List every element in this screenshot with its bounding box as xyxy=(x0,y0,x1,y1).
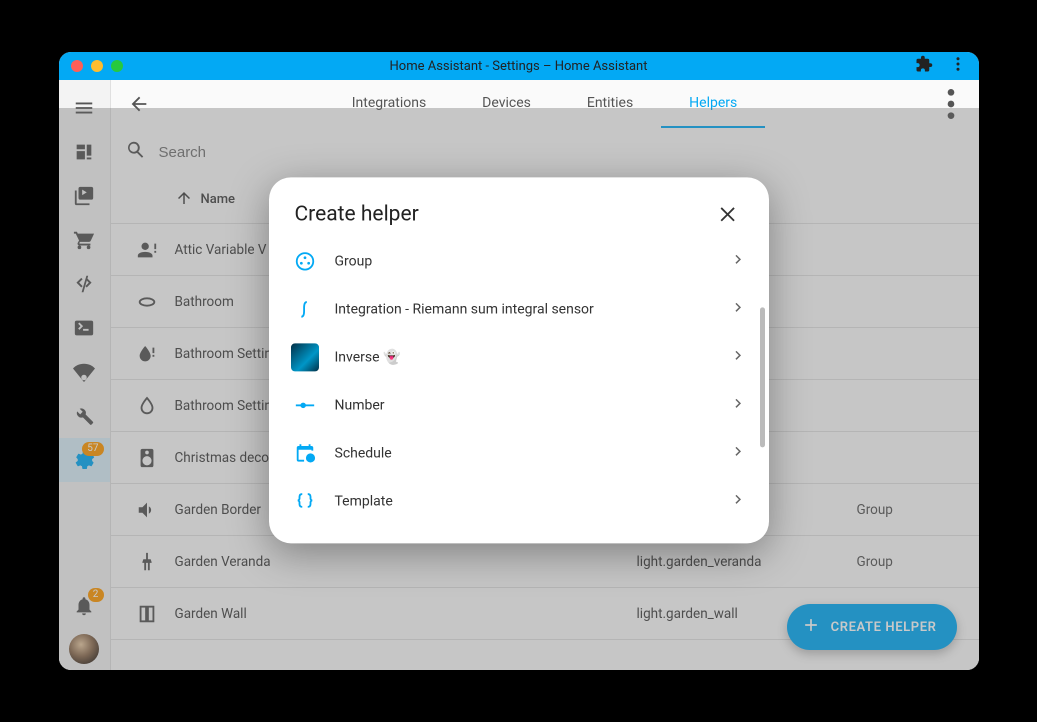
chevron-right-icon xyxy=(729,394,747,416)
browser-menu-icon[interactable] xyxy=(949,55,967,77)
chevron-right-icon xyxy=(729,250,747,272)
helper-option-template[interactable]: Template xyxy=(269,477,769,525)
close-window-button[interactable] xyxy=(71,60,83,72)
braces-icon xyxy=(291,487,319,515)
slider-icon xyxy=(291,391,319,419)
helper-option-group[interactable]: Group xyxy=(269,237,769,285)
dialog-title: Create helper xyxy=(295,202,419,226)
chevron-right-icon xyxy=(729,298,747,320)
integral-icon xyxy=(291,295,319,323)
inverse-icon xyxy=(291,343,319,371)
maximize-window-button[interactable] xyxy=(111,60,123,72)
minimize-window-button[interactable] xyxy=(91,60,103,72)
create-helper-dialog: Create helper Group Integration - Rieman… xyxy=(269,177,769,543)
helper-option-inverse[interactable]: Inverse 👻 xyxy=(269,333,769,381)
titlebar: Home Assistant - Settings – Home Assista… xyxy=(59,52,979,80)
helper-option-schedule[interactable]: Schedule xyxy=(269,429,769,477)
window-title: Home Assistant - Settings – Home Assista… xyxy=(59,59,979,74)
extensions-icon[interactable] xyxy=(915,55,933,77)
traffic-lights xyxy=(71,60,123,72)
helper-option-integration[interactable]: Integration - Riemann sum integral senso… xyxy=(269,285,769,333)
app-window: Home Assistant - Settings – Home Assista… xyxy=(59,52,979,670)
calendar-clock-icon xyxy=(291,439,319,467)
chevron-right-icon xyxy=(729,490,747,512)
dialog-list: Group Integration - Riemann sum integral… xyxy=(269,237,769,525)
dialog-scrollbar[interactable] xyxy=(760,307,765,447)
chevron-right-icon xyxy=(729,346,747,368)
dialog-close-button[interactable] xyxy=(713,199,743,229)
group-icon xyxy=(291,247,319,275)
helper-option-number[interactable]: Number xyxy=(269,381,769,429)
chevron-right-icon xyxy=(729,442,747,464)
